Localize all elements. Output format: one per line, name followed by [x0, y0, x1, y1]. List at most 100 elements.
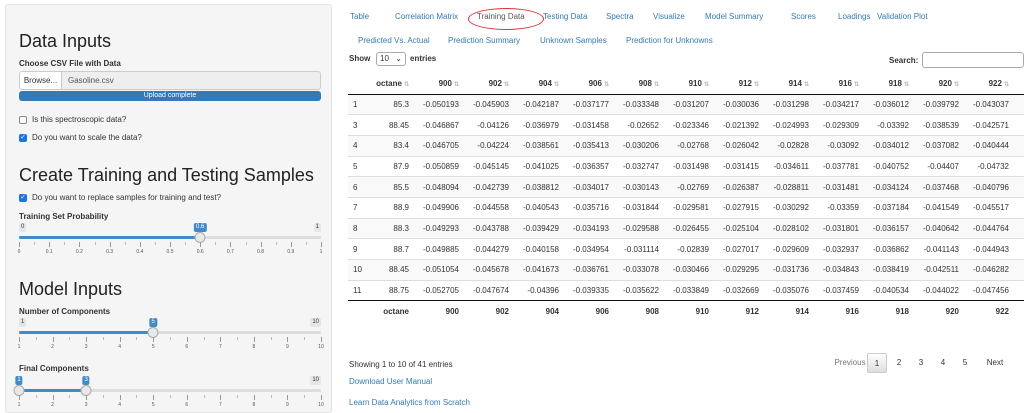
table-cell: -0.04396: [515, 279, 565, 301]
tab-prediction-for-unknowns[interactable]: Prediction for Unknowns: [626, 36, 713, 45]
table-cell: -0.034193: [565, 217, 615, 239]
table-cell: -0.034012: [865, 134, 915, 157]
table-row[interactable]: 6 85.5 -0.048094 -0.042739 -0.038812 -0.03401…: [348, 176, 1024, 198]
file-input-label: Choose CSV File with Data: [19, 59, 121, 68]
column-header[interactable]: 916 ⇅: [815, 74, 865, 95]
training-probability-slider[interactable]: 0 1 0.6 0 0.1 0.2 0.3 0.4 0.5 0.6 0.7 0.8 0.9 1: [18, 223, 322, 263]
table-cell: -0.026387: [715, 176, 765, 198]
table-cell: -0.031801: [815, 217, 865, 239]
final-components-slider[interactable]: 10 1 3 1 2 3 4 5 6 7 8 9 10: [13, 376, 324, 412]
tab-unknown-samples[interactable]: Unknown Samples: [540, 36, 607, 45]
learn-analytics-link[interactable]: Learn Data Analytics from Scratch: [349, 398, 470, 407]
download-manual-link[interactable]: Download User Manual: [349, 377, 432, 386]
slider-ticks: 0 0.1 0.2 0.3 0.4 0.5 0.6 0.7 0.8 0.9 1: [18, 242, 322, 255]
table-cell: -0.031736: [765, 259, 815, 281]
replace-checkbox[interactable]: ✓: [19, 193, 27, 202]
chevron-down-icon: ⌄: [395, 54, 402, 63]
page-button-4[interactable]: 4: [933, 353, 953, 373]
table-cell: -0.045678: [465, 259, 515, 281]
table-row[interactable]: 5 87.9 -0.050859 -0.045145 -0.041025 -0.03635…: [348, 155, 1024, 177]
table-row[interactable]: 3 88.45 -0.046867 -0.04126 -0.036979 -0.03145…: [348, 114, 1024, 136]
column-footer: 906: [565, 300, 615, 322]
column-header[interactable]: 914 ⇅: [765, 74, 815, 95]
tick-mark: [86, 395, 88, 400]
tab-predicted-vs-actual[interactable]: Predicted Vs. Actual: [358, 36, 430, 45]
column-header[interactable]: 900 ⇅: [415, 74, 465, 95]
column-header[interactable]: 910 ⇅: [665, 74, 715, 95]
table-cell: -0.04732: [965, 155, 1015, 177]
table-row[interactable]: 4 83.4 -0.046705 -0.04224 -0.038561 -0.035413…: [348, 134, 1024, 157]
table-row[interactable]: 9 88.7 -0.049885 -0.044279 -0.040158 -0.03495…: [348, 238, 1024, 260]
table-cell: 88.75: [370, 279, 415, 301]
scale-checkbox[interactable]: ✓: [19, 133, 27, 142]
slider-ticks: 1 2 3 4 5 6 7 8 9 10: [18, 337, 324, 350]
table-cell: -0.024993: [765, 114, 815, 136]
column-header[interactable]: octane ⇅: [370, 74, 415, 95]
tick-label: 8: [252, 344, 256, 350]
search-input[interactable]: [922, 52, 1024, 68]
column-footer: 912: [715, 300, 765, 322]
minor-tick: [203, 395, 205, 398]
number-components-slider[interactable]: 1 10 5 1 2 3 4 5 6 7 8 9 10: [18, 318, 324, 358]
tab-correlation-matrix[interactable]: Correlation Matrix: [395, 12, 458, 21]
table-row[interactable]: 1 85.3 -0.050193 -0.045903 -0.042187 -0.03717…: [348, 93, 1024, 115]
table-cell: -0.04751: [1015, 114, 1024, 136]
table-cell: -0.040158: [515, 238, 565, 260]
table-row[interactable]: 10 88.45 -0.051054 -0.045678 -0.041673 -0.036…: [348, 259, 1024, 281]
page-button-3[interactable]: 3: [911, 353, 931, 373]
tab-testing-data[interactable]: Testing Data: [543, 12, 587, 21]
scale-checkbox-row[interactable]: ✓ Do you want to scale the data?: [19, 133, 142, 142]
column-header[interactable]: 912 ⇅: [715, 74, 765, 95]
tab-visualize[interactable]: Visualize: [653, 12, 685, 21]
table-cell: -0.04126: [465, 114, 515, 136]
minor-tick: [102, 395, 104, 398]
index-header[interactable]: [348, 74, 370, 95]
tab-training-data[interactable]: Training Data: [477, 12, 525, 21]
table-cell: -0.034843: [815, 259, 865, 281]
column-header[interactable]: 904 ⇅: [515, 74, 565, 95]
tick-mark: [139, 242, 141, 247]
column-header[interactable]: 924⇅: [1015, 74, 1024, 95]
tab-prediction-summary[interactable]: Prediction Summary: [448, 36, 520, 45]
tab-table[interactable]: Table: [350, 12, 369, 21]
replace-checkbox-row[interactable]: ✓ Do you want to replace samples for tra…: [19, 193, 221, 202]
table-row[interactable]: 8 88.3 -0.049293 -0.043788 -0.039429 -0.03419…: [348, 217, 1024, 239]
table-cell: -0.03092: [815, 134, 865, 157]
tick-label: 4: [118, 344, 122, 350]
tab-spectra[interactable]: Spectra: [606, 12, 634, 21]
spectroscopic-checkbox-row[interactable]: Is this spectroscopic data?: [19, 115, 126, 124]
table-cell: -0.034611: [765, 155, 815, 177]
spectroscopic-checkbox[interactable]: [19, 115, 27, 124]
scale-checkbox-label: Do you want to scale the data?: [32, 133, 142, 142]
browse-button[interactable]: Browse...: [19, 71, 62, 90]
table-cell: -0.04224: [465, 134, 515, 157]
tab-loadings[interactable]: Loadings: [838, 12, 870, 21]
table-cell: -0.030143: [615, 176, 665, 198]
slider-min: 1: [19, 318, 27, 327]
slider-max: 10: [310, 376, 321, 385]
page-button-2[interactable]: 2: [889, 353, 909, 373]
column-header[interactable]: 920 ⇅: [915, 74, 965, 95]
table-cell: -0.036357: [565, 155, 615, 177]
tab-model-summary[interactable]: Model Summary: [705, 12, 763, 21]
page-button-1[interactable]: 1: [867, 353, 887, 373]
table-row[interactable]: 7 88.9 -0.049906 -0.044558 -0.040543 -0.03571…: [348, 196, 1024, 219]
tab-scores[interactable]: Scores: [791, 12, 816, 21]
next-page-button[interactable]: Next: [980, 353, 1010, 373]
show-label: Show: [349, 54, 371, 63]
entries-length-select[interactable]: 10 ⌄: [376, 52, 406, 66]
column-header[interactable]: 906 ⇅: [565, 74, 615, 95]
tick-mark: [287, 395, 289, 400]
column-header[interactable]: 908 ⇅: [615, 74, 665, 95]
page-button-5[interactable]: 5: [955, 353, 975, 373]
table-row[interactable]: 11 88.75 -0.052705 -0.047674 -0.04396 -0.0393…: [348, 279, 1024, 301]
column-header[interactable]: 902 ⇅: [465, 74, 515, 95]
tick-label: 8: [252, 402, 256, 408]
table-cell: -0.03359: [815, 196, 865, 219]
column-header[interactable]: 922 ⇅: [965, 74, 1015, 95]
sidebar-panel: Data Inputs Choose CSV File with Data Br…: [5, 4, 332, 413]
table-cell: -0.026042: [715, 134, 765, 157]
column-header[interactable]: 918 ⇅: [865, 74, 915, 95]
table-cell: -0.039792: [915, 93, 965, 115]
tab-validation-plot[interactable]: Validation Plot: [877, 12, 928, 21]
